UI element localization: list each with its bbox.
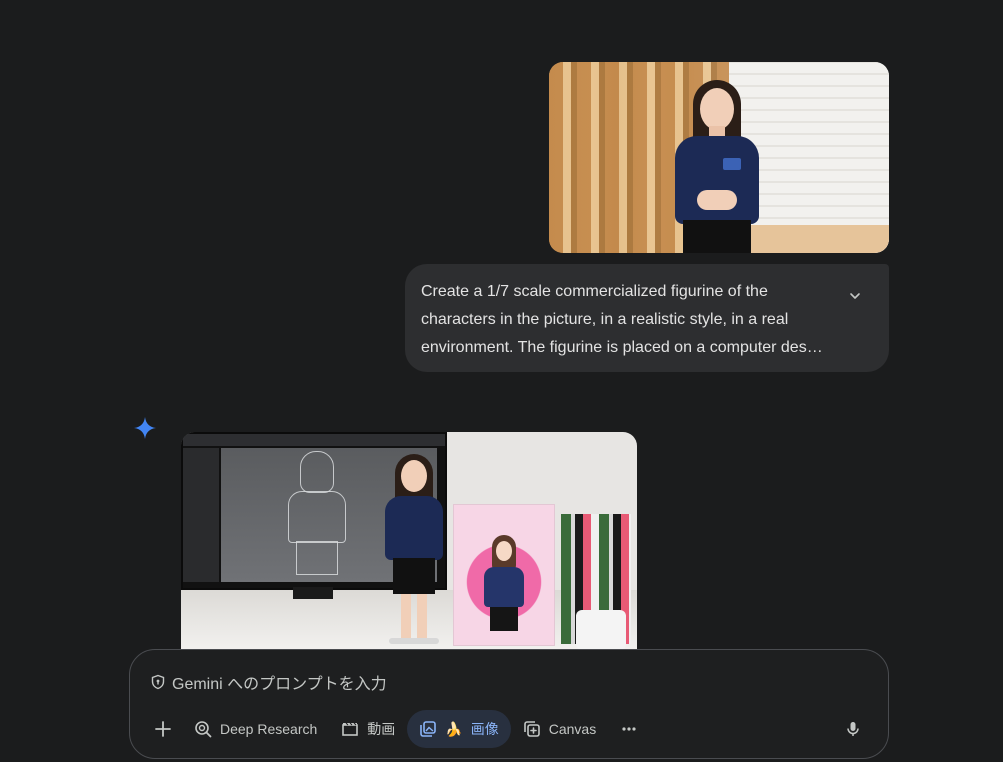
banana-icon: 🍌: [445, 720, 463, 737]
canvas-button[interactable]: Canvas: [511, 710, 608, 748]
more-horizontal-icon: [622, 727, 636, 731]
add-button[interactable]: [144, 710, 182, 748]
person-figure: [667, 80, 767, 253]
plus-icon: [155, 721, 171, 737]
wireframe-model: [281, 450, 353, 578]
more-tools-button[interactable]: [608, 710, 650, 748]
generated-image[interactable]: [181, 432, 637, 650]
prompt-input[interactable]: Gemini へのプロンプトを入力: [150, 670, 387, 694]
user-uploaded-image[interactable]: [549, 62, 889, 253]
chat-page: Create a 1/7 scale commercialized figuri…: [0, 0, 1003, 762]
video-button[interactable]: 動画: [329, 710, 407, 748]
prompt-composer: Gemini へのプロンプトを入力 Deep Research 動画 🍌 画像 …: [129, 649, 889, 759]
figurine-box: [453, 504, 555, 646]
deep-research-icon: [195, 721, 212, 738]
prompt-placeholder: Gemini へのプロンプトを入力: [172, 676, 387, 693]
image-gallery-icon: [420, 721, 437, 737]
deep-research-button[interactable]: Deep Research: [182, 710, 329, 748]
video-label: 動画: [367, 721, 396, 737]
gemini-spark-icon: [134, 417, 156, 439]
white-cup: [576, 610, 626, 650]
microphone-icon: [847, 722, 859, 736]
image-label: 画像: [470, 721, 499, 737]
user-prompt-bubble: Create a 1/7 scale commercialized figuri…: [405, 264, 889, 372]
canvas-icon: [523, 721, 540, 737]
image-button[interactable]: 🍌 画像: [407, 710, 511, 748]
composer-toolbar: Deep Research 動画 🍌 画像 Canvas: [144, 708, 874, 750]
microphone-button[interactable]: [832, 710, 874, 748]
deep-research-label: Deep Research: [220, 721, 318, 737]
figurine: [381, 454, 447, 644]
clapperboard-icon: [342, 722, 359, 736]
user-prompt-text: Create a 1/7 scale commercialized figuri…: [421, 283, 823, 356]
shield-icon: [151, 674, 165, 690]
monitor-stand: [293, 587, 333, 599]
chevron-down-icon: [850, 293, 860, 299]
canvas-label: Canvas: [548, 721, 597, 737]
expand-prompt-button[interactable]: [843, 284, 867, 308]
